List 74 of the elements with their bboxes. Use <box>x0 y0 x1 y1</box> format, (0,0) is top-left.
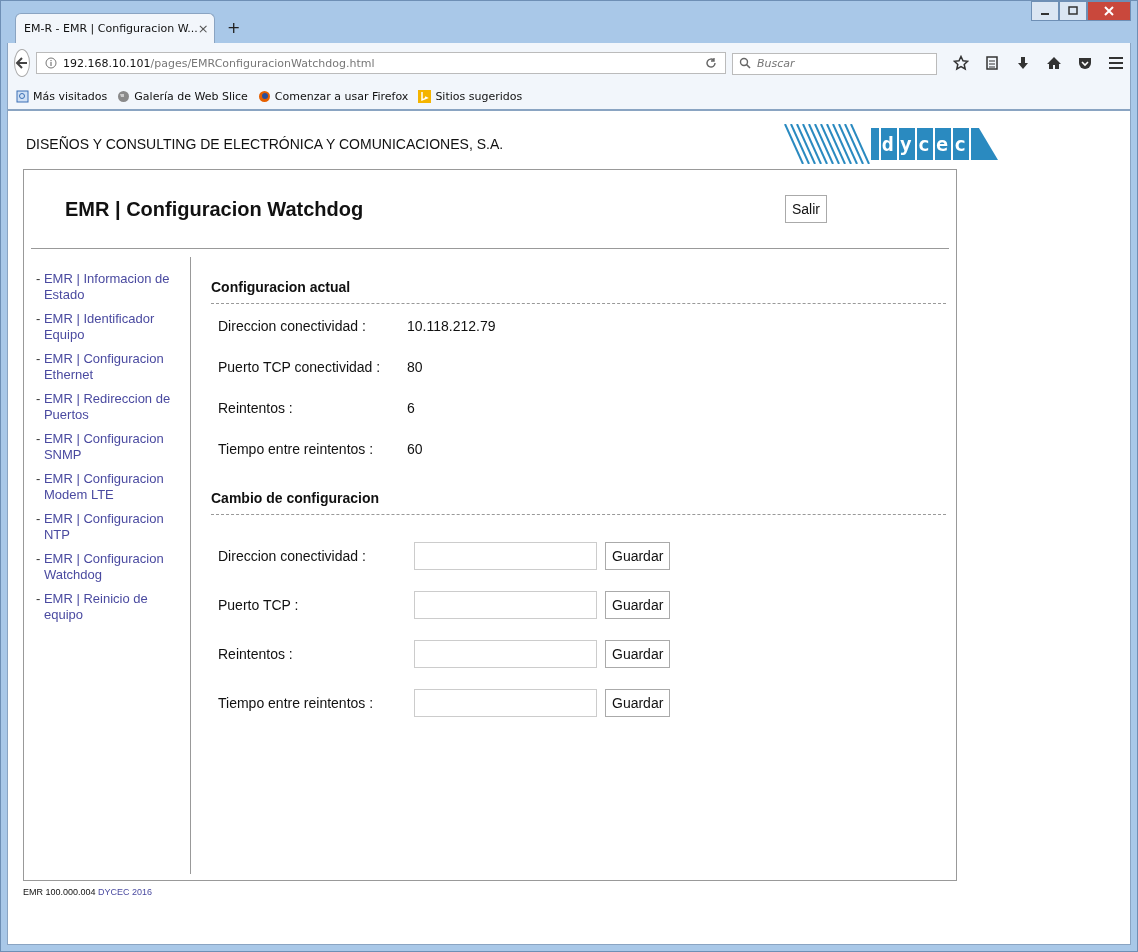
bing-icon <box>418 89 432 103</box>
field-value: 80 <box>407 359 423 377</box>
back-arrow-icon <box>15 56 29 70</box>
section-heading: Configuracion actual <box>211 279 946 304</box>
close-tab-button[interactable]: × <box>197 21 209 36</box>
page-icon <box>16 89 29 103</box>
sidebar-link[interactable]: EMR | Configuracion Ethernet <box>43 351 184 383</box>
input-field[interactable] <box>414 639 597 668</box>
field-label: Direccion conectividad : <box>218 318 367 336</box>
browser-tab[interactable]: EM-R - EMR | Configuracion W...× <box>15 13 215 43</box>
bookmark-link[interactable]: Más visitados <box>16 89 108 103</box>
company-name: DISEÑOS Y CONSULTING DE ELECTRÓNICA Y COMUNICACIONES, S.A. <box>25 136 505 152</box>
save-button[interactable]: Guardar <box>605 688 671 717</box>
list-dash: - <box>36 591 42 608</box>
input-field[interactable] <box>414 541 597 570</box>
sidebar-link[interactable]: EMR | Identificador Equipo <box>43 311 184 343</box>
search-icon <box>739 57 751 69</box>
field-label: Tiempo entre reintentos : <box>218 441 375 459</box>
field-label: Direccion conectividad : <box>218 547 367 564</box>
reload-icon[interactable] <box>705 57 717 69</box>
footer-text: EMR 100.000.004 DYCEC 2016 <box>23 887 154 897</box>
list-dash: - <box>36 311 42 328</box>
save-button[interactable]: Guardar <box>605 639 671 668</box>
field-label: Puerto TCP : <box>218 596 300 613</box>
logout-button[interactable]: Salir <box>785 195 827 223</box>
list-dash: - <box>36 271 42 288</box>
bookmark-link[interactable]: Galería de Web Slice <box>117 89 248 103</box>
sidebar-link[interactable]: EMR | Configuracion NTP <box>43 511 184 543</box>
input-field[interactable] <box>414 688 597 717</box>
save-button[interactable]: Guardar <box>605 590 671 619</box>
globe-icon <box>117 89 131 103</box>
field-value: 6 <box>407 400 415 418</box>
list-dash: - <box>36 391 42 408</box>
field-label: Puerto TCP conectividad : <box>218 359 382 377</box>
back-button[interactable] <box>14 49 30 77</box>
list-dash: - <box>36 511 42 528</box>
bookmark-link[interactable]: Sitios sugeridos <box>418 89 523 103</box>
field-label: Reintentos : <box>218 645 294 662</box>
field-label: Reintentos : <box>218 400 294 418</box>
list-icon[interactable] <box>984 55 1000 71</box>
download-icon[interactable] <box>1015 55 1031 71</box>
new-tab-button[interactable]: + <box>227 18 241 37</box>
tab-title: EM-R - EMR | Configuracion W... <box>24 22 198 35</box>
field-label: Tiempo entre reintentos : <box>218 694 375 711</box>
url-text: 192.168.10.101/pages/EMRConfiguracionWatchdog.html <box>63 56 376 70</box>
close-icon[interactable] <box>1087 1 1131 21</box>
page-title: EMR | Configuracion Watchdog <box>65 197 364 221</box>
sidebar-link[interactable]: EMR | Configuracion Modem LTE <box>43 471 184 503</box>
home-icon[interactable] <box>1046 55 1062 71</box>
search-field[interactable]: Buscar <box>732 52 937 75</box>
field-value: 60 <box>407 441 423 459</box>
bookmark-link[interactable]: Comenzar a usar Firefox <box>257 89 409 103</box>
star-icon[interactable] <box>953 55 969 71</box>
info-icon[interactable] <box>45 57 57 69</box>
field-value: 10.118.212.79 <box>407 318 496 336</box>
list-dash: - <box>36 551 42 568</box>
list-dash: - <box>36 351 42 368</box>
sidebar-link[interactable]: EMR | Reinicio de equipo <box>43 591 184 623</box>
footer-link[interactable]: DYCEC 2016 <box>98 887 153 897</box>
sidebar-link[interactable]: EMR | Redireccion de Puertos <box>43 391 184 423</box>
sidebar-link[interactable]: EMR | Informacion de Estado <box>43 271 184 303</box>
address-bar[interactable]: 192.168.10.101/pages/EMRConfiguracionWatchdog.html <box>36 52 726 74</box>
section-heading: Cambio de configuracion <box>211 490 946 515</box>
menu-icon[interactable] <box>1108 55 1124 71</box>
maximize-icon[interactable] <box>1059 1 1087 21</box>
input-field[interactable] <box>414 590 597 619</box>
sidebar-link[interactable]: EMR | Configuracion SNMP <box>43 431 184 463</box>
pocket-icon[interactable] <box>1077 55 1093 71</box>
save-button[interactable]: Guardar <box>605 541 671 570</box>
firefox-icon <box>257 89 271 103</box>
sidebar-link[interactable]: EMR | Configuracion Watchdog <box>43 551 184 583</box>
list-dash: - <box>36 471 42 488</box>
list-dash: - <box>36 431 42 448</box>
minimize-icon[interactable] <box>1031 1 1059 21</box>
